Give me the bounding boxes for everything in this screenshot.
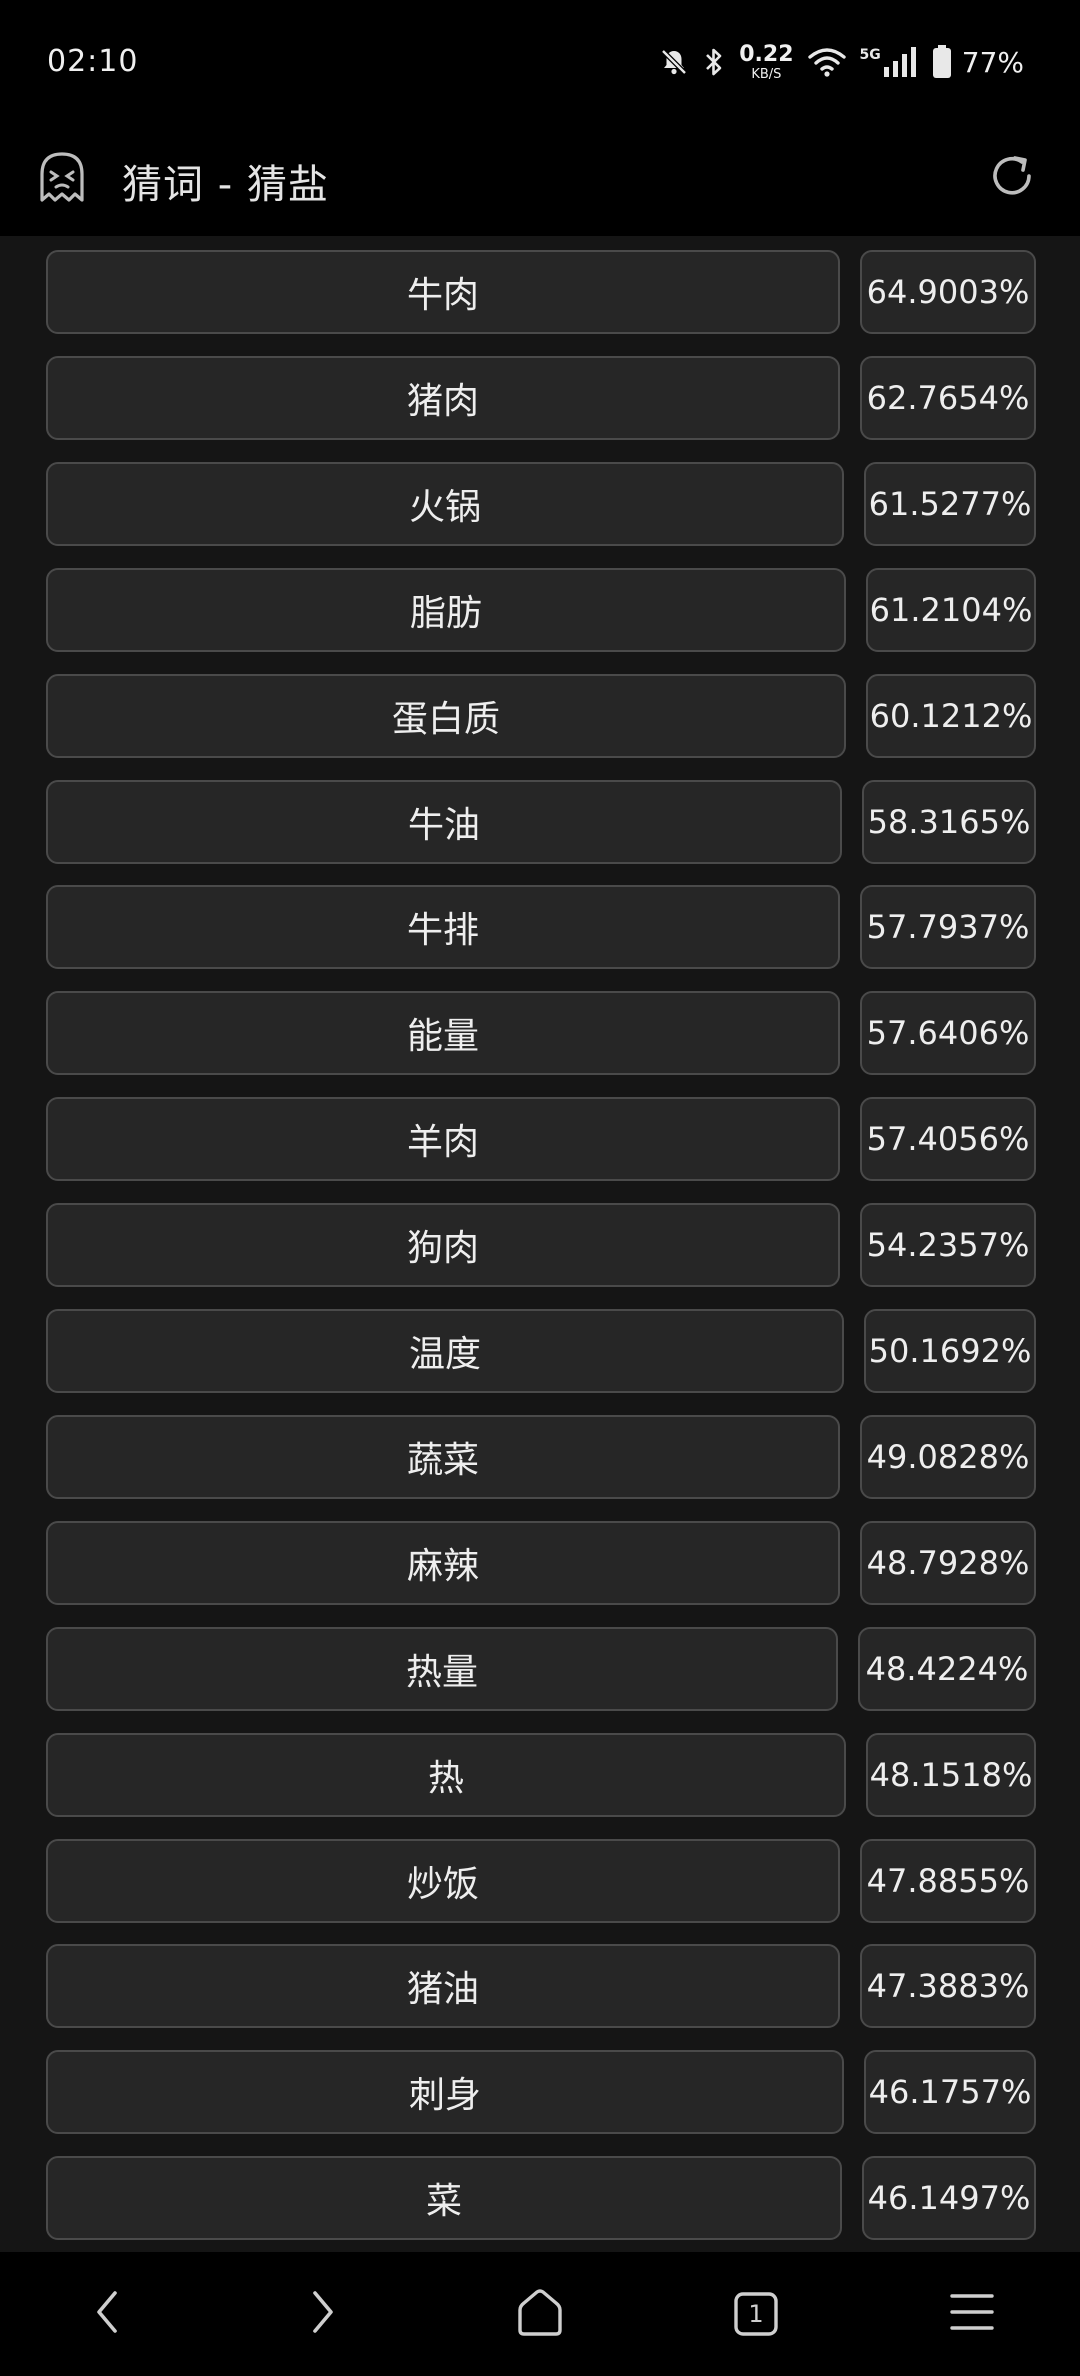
- word-button[interactable]: 牛排: [46, 885, 840, 969]
- similarity-percentage: 62.7654%: [860, 356, 1036, 440]
- word-button[interactable]: 温度: [46, 1309, 844, 1393]
- similarity-percentage: 58.3165%: [862, 780, 1036, 864]
- similarity-percentage: 61.5277%: [864, 462, 1036, 546]
- word-button[interactable]: 炒饭: [46, 1839, 840, 1923]
- list-item: 炒饭 47.8855%: [0, 1839, 1080, 1925]
- chevron-right-icon: [302, 2287, 342, 2341]
- tab-count: 1: [748, 2300, 764, 2328]
- list-item: 麻辣 48.7928%: [0, 1521, 1080, 1607]
- word-button[interactable]: 菜: [46, 2156, 842, 2240]
- list-item: 热 48.1518%: [0, 1733, 1080, 1819]
- list-item: 温度 50.1692%: [0, 1309, 1080, 1395]
- home-button[interactable]: [508, 2282, 572, 2346]
- word-button[interactable]: 麻辣: [46, 1521, 840, 1605]
- similarity-percentage: 46.1497%: [862, 2156, 1036, 2240]
- status-icons: 0.22 KB/S 5G 77%: [659, 38, 1024, 86]
- similarity-percentage: 57.6406%: [860, 991, 1036, 1075]
- menu-icon: [948, 2290, 996, 2338]
- similarity-percentage: 47.3883%: [860, 1944, 1036, 2028]
- tabs-button[interactable]: 1: [724, 2282, 788, 2346]
- similarity-percentage: 64.9003%: [860, 250, 1036, 334]
- list-item: 牛排 57.7937%: [0, 885, 1080, 971]
- forward-button[interactable]: [290, 2282, 354, 2346]
- refresh-button[interactable]: [982, 148, 1042, 208]
- word-button[interactable]: 能量: [46, 991, 840, 1075]
- back-button[interactable]: [76, 2282, 140, 2346]
- refresh-icon: [987, 151, 1037, 205]
- similarity-percentage: 60.1212%: [866, 674, 1036, 758]
- list-item: 热量 48.4224%: [0, 1627, 1080, 1713]
- similarity-percentage: 46.1757%: [864, 2050, 1036, 2134]
- list-item: 猪油 47.3883%: [0, 1944, 1080, 2030]
- similarity-percentage: 47.8855%: [860, 1839, 1036, 1923]
- bell-muted-icon: [659, 47, 689, 77]
- list-item: 牛油 58.3165%: [0, 780, 1080, 866]
- similarity-percentage: 48.7928%: [860, 1521, 1036, 1605]
- list-item: 蛋白质 60.1212%: [0, 674, 1080, 760]
- similarity-percentage: 50.1692%: [864, 1309, 1036, 1393]
- list-item: 火锅 61.5277%: [0, 462, 1080, 548]
- word-button[interactable]: 牛肉: [46, 250, 840, 334]
- similarity-percentage: 49.0828%: [860, 1415, 1036, 1499]
- tabs-icon: 1: [733, 2291, 779, 2337]
- word-button[interactable]: 蛋白质: [46, 674, 846, 758]
- word-button[interactable]: 牛油: [46, 780, 842, 864]
- network-speed-unit: KB/S: [751, 66, 782, 82]
- word-button[interactable]: 热: [46, 1733, 846, 1817]
- word-button[interactable]: 热量: [46, 1627, 838, 1711]
- network-speed: 0.22 KB/S: [739, 41, 794, 82]
- network-type-label: 5G: [859, 47, 881, 63]
- network-speed-value: 0.22: [739, 41, 794, 67]
- list-item: 能量 57.6406%: [0, 991, 1080, 1077]
- wifi-icon: [807, 47, 846, 77]
- word-button[interactable]: 羊肉: [46, 1097, 840, 1181]
- ghost-icon[interactable]: [36, 150, 88, 206]
- battery-icon: [932, 45, 952, 79]
- word-button[interactable]: 狗肉: [46, 1203, 840, 1287]
- bluetooth-icon: [703, 46, 725, 78]
- list-item: 蔬菜 49.0828%: [0, 1415, 1080, 1501]
- similarity-percentage: 48.4224%: [858, 1627, 1036, 1711]
- chevron-left-icon: [88, 2287, 128, 2341]
- status-bar: 02:10 0.22 KB/S 5G 77%: [0, 0, 1080, 128]
- word-button[interactable]: 火锅: [46, 462, 844, 546]
- word-button[interactable]: 脂肪: [46, 568, 846, 652]
- word-button[interactable]: 蔬菜: [46, 1415, 840, 1499]
- app-bar: 猜词 - 猜盐: [0, 128, 1080, 236]
- home-icon: [514, 2286, 566, 2342]
- list-item: 羊肉 57.4056%: [0, 1097, 1080, 1183]
- list-item: 牛肉 64.9003%: [0, 250, 1080, 336]
- menu-button[interactable]: [940, 2282, 1004, 2346]
- battery-percentage: 77%: [961, 45, 1024, 79]
- list-item: 狗肉 54.2357%: [0, 1203, 1080, 1289]
- list-item: 脂肪 61.2104%: [0, 568, 1080, 654]
- word-button[interactable]: 猪油: [46, 1944, 840, 2028]
- page-title: 猜词 - 猜盐: [122, 162, 329, 208]
- similarity-percentage: 61.2104%: [866, 568, 1036, 652]
- word-button[interactable]: 猪肉: [46, 356, 840, 440]
- list-item: 刺身 46.1757%: [0, 2050, 1080, 2136]
- list-item: 菜 46.1497%: [0, 2156, 1080, 2242]
- similarity-percentage: 48.1518%: [866, 1733, 1036, 1817]
- similarity-percentage: 54.2357%: [860, 1203, 1036, 1287]
- signal-icon: 5G: [860, 47, 918, 77]
- status-time: 02:10: [47, 44, 139, 79]
- navigation-bar: 1: [0, 2252, 1080, 2376]
- word-button[interactable]: 刺身: [46, 2050, 844, 2134]
- list-item: 猪肉 62.7654%: [0, 356, 1080, 442]
- similarity-percentage: 57.4056%: [860, 1097, 1036, 1181]
- results-list[interactable]: 牛肉 64.9003% 猪肉 62.7654% 火锅 61.5277% 脂肪 61.2104%…: [0, 236, 1080, 2252]
- similarity-percentage: 57.7937%: [860, 885, 1036, 969]
